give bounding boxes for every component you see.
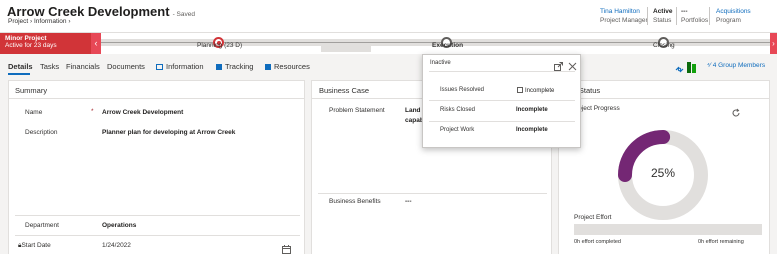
start-date-field[interactable]: 1/24/2022	[102, 242, 131, 249]
effort-bar	[574, 224, 762, 235]
required-indicator: *	[91, 108, 94, 115]
tab-information[interactable]: Information	[156, 62, 204, 71]
planner-icon[interactable]	[687, 60, 696, 73]
link-icon[interactable]	[675, 61, 684, 73]
breadcrumb[interactable]: Project › Information ›	[8, 18, 71, 25]
header: Arrow Creek Development - Saved Project ›…	[0, 0, 777, 32]
name-label: Name	[25, 109, 43, 116]
tab-details[interactable]: Details	[8, 62, 33, 71]
risks-closed-field[interactable]: Incomplete	[516, 107, 548, 113]
name-field[interactable]: Arrow Creek Development	[102, 109, 183, 116]
project-effort-label: Project Effort	[574, 214, 612, 221]
active-stage-title: Minor Project	[5, 35, 47, 42]
tab-resources-label: Resources	[274, 62, 310, 71]
book-icon	[156, 64, 163, 70]
stage-label-closing[interactable]: Closing	[653, 42, 675, 49]
group-members-link[interactable]: ⁴⁄ 4 Group Members	[707, 62, 765, 69]
issues-resolved-field[interactable]: Incomplete	[517, 87, 554, 94]
header-divider	[647, 7, 648, 25]
record-title-text: Arrow Creek Development	[7, 4, 170, 19]
divider	[429, 71, 575, 72]
group-members-label: 4 Group Members	[712, 62, 766, 69]
tab-financials[interactable]: Financials	[66, 62, 100, 71]
business-process-flow: Minor Project Active for 23 days ‹ Plann…	[0, 32, 777, 54]
flyout-title: Inactive	[430, 60, 451, 66]
tab-information-label: Information	[166, 62, 204, 71]
record-title: Arrow Creek Development - Saved	[7, 4, 195, 19]
owner-value[interactable]: Tina Hamilton	[600, 8, 648, 15]
stage-label-planning[interactable]: Planning (23 D)	[197, 42, 242, 49]
stage-flyout: Inactive Issues Resolved Incomplete Risk…	[422, 54, 581, 148]
effort-completed: 0h effort completed	[574, 239, 621, 245]
status-label: Status	[653, 17, 672, 24]
project-status-card: ct Status roject Progress 25% Project Ef…	[558, 80, 770, 254]
header-field-portfolio[interactable]: --- Portfolios	[681, 8, 708, 24]
portfolio-value[interactable]: ---	[681, 8, 708, 15]
start-date-label: 🔒︎Start Date	[18, 242, 51, 250]
project-progress-label: roject Progress	[576, 105, 620, 112]
divider	[429, 121, 575, 122]
divider	[9, 98, 304, 99]
status-value: Active	[653, 8, 673, 15]
header-divider	[709, 7, 710, 25]
checkbox[interactable]	[517, 87, 523, 93]
flyout-row-label: Risks Closed	[440, 107, 476, 113]
program-label: Program	[716, 17, 741, 24]
header-divider	[676, 7, 677, 25]
flyout-row-label: Issues Resolved	[440, 87, 485, 93]
tracking-icon	[216, 64, 222, 70]
business-benefits-label: Business Benefits	[329, 198, 381, 205]
tab-tasks[interactable]: Tasks	[40, 62, 59, 71]
header-field-owner[interactable]: Tina Hamilton Project Manager	[600, 8, 648, 24]
business-benefits-field[interactable]: ---	[405, 198, 412, 205]
program-value[interactable]: Acquisitions	[716, 8, 751, 15]
active-tab-underline	[8, 73, 30, 75]
portfolio-label: Portfolios	[681, 17, 709, 24]
header-field-status: Active Status	[653, 8, 673, 24]
flyout-row-value: Incomplete	[525, 88, 555, 94]
divider	[559, 98, 769, 99]
close-icon[interactable]	[568, 58, 577, 71]
business-case-title: Business Case	[319, 86, 370, 95]
stage-label-execution[interactable]: Execution	[432, 42, 463, 49]
header-field-program[interactable]: Acquisitions Program	[716, 8, 751, 24]
divider	[318, 193, 547, 194]
project-work-field[interactable]: Incomplete	[516, 127, 548, 133]
resources-icon	[265, 64, 271, 70]
calendar-icon[interactable]	[282, 241, 291, 254]
department-field[interactable]: Operations	[102, 222, 136, 229]
divider	[15, 235, 300, 236]
summary-title: Summary	[15, 86, 48, 95]
flyout-row-label: Project Work	[440, 127, 475, 133]
summary-card: Summary Name * Arrow Creek Development D…	[8, 80, 305, 254]
description-label: Description	[25, 129, 58, 136]
divider	[15, 215, 300, 216]
tab-bar: Details Tasks Financials Documents Infor…	[0, 56, 777, 76]
tab-documents[interactable]: Documents	[107, 62, 145, 71]
tab-tracking[interactable]: Tracking	[216, 62, 253, 71]
tab-tracking-label: Tracking	[225, 62, 254, 71]
department-label: Department	[25, 222, 59, 229]
progress-percent: 25%	[650, 166, 676, 180]
active-stage-flag[interactable]: Minor Project Active for 23 days	[0, 33, 101, 54]
problem-statement-label: Problem Statement	[329, 107, 385, 114]
effort-remaining: 0h effort remaining	[698, 239, 744, 245]
refresh-icon[interactable]	[731, 105, 741, 117]
owner-label: Project Manager	[600, 17, 648, 24]
start-date-label-text: Start Date	[21, 242, 51, 249]
tab-resources[interactable]: Resources	[265, 62, 310, 71]
next-stage-button[interactable]: ›	[770, 33, 777, 54]
saved-status: - Saved	[172, 11, 195, 18]
active-stage-duration: Active for 23 days	[5, 42, 57, 49]
divider	[429, 100, 575, 101]
previous-stage-button[interactable]: ‹	[91, 33, 101, 54]
description-field[interactable]: Planner plan for developing at Arrow Cre…	[102, 129, 235, 136]
expand-icon[interactable]	[554, 58, 563, 71]
